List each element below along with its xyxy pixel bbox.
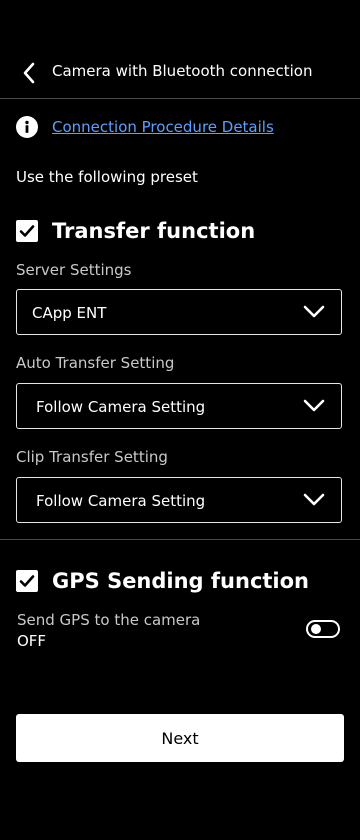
send-gps-toggle[interactable] (306, 620, 340, 638)
auto-transfer-value: Follow Camera Setting (36, 398, 206, 416)
preset-text: Use the following preset (16, 168, 198, 186)
app-header: Camera with Bluetooth connection (0, 48, 360, 99)
server-settings-label: Server Settings (16, 261, 132, 279)
transfer-function-row: Transfer function (16, 219, 255, 243)
chevron-down-icon (303, 399, 325, 412)
chevron-down-icon (303, 493, 325, 506)
back-button[interactable] (14, 58, 44, 88)
chevron-down-icon (303, 305, 325, 318)
transfer-function-checkbox[interactable] (16, 220, 38, 242)
checkmark-icon (19, 575, 35, 587)
info-icon (16, 116, 38, 138)
next-button[interactable]: Next (16, 714, 344, 762)
transfer-function-title: Transfer function (52, 219, 256, 243)
toggle-knob (311, 624, 321, 634)
chevron-left-icon (23, 62, 35, 84)
server-settings-value: CApp ENT (32, 304, 107, 322)
gps-function-row: GPS Sending function (16, 569, 309, 593)
gps-function-checkbox[interactable] (16, 570, 38, 592)
gps-function-title: GPS Sending function (52, 569, 310, 593)
send-gps-state: OFF (17, 632, 47, 650)
info-row: Connection Procedure Details (16, 114, 274, 140)
auto-transfer-label: Auto Transfer Setting (16, 354, 175, 372)
connection-procedure-link[interactable]: Connection Procedure Details (52, 118, 274, 136)
checkmark-icon (19, 225, 35, 237)
send-gps-label: Send GPS to the camera (17, 611, 201, 629)
server-settings-select[interactable]: CApp ENT (16, 289, 342, 335)
auto-transfer-select[interactable]: Follow Camera Setting (16, 383, 342, 429)
clip-transfer-select[interactable]: Follow Camera Setting (16, 477, 342, 523)
clip-transfer-label: Clip Transfer Setting (16, 448, 168, 466)
page-title: Camera with Bluetooth connection (52, 62, 313, 80)
section-divider (0, 539, 360, 540)
clip-transfer-value: Follow Camera Setting (36, 492, 206, 510)
